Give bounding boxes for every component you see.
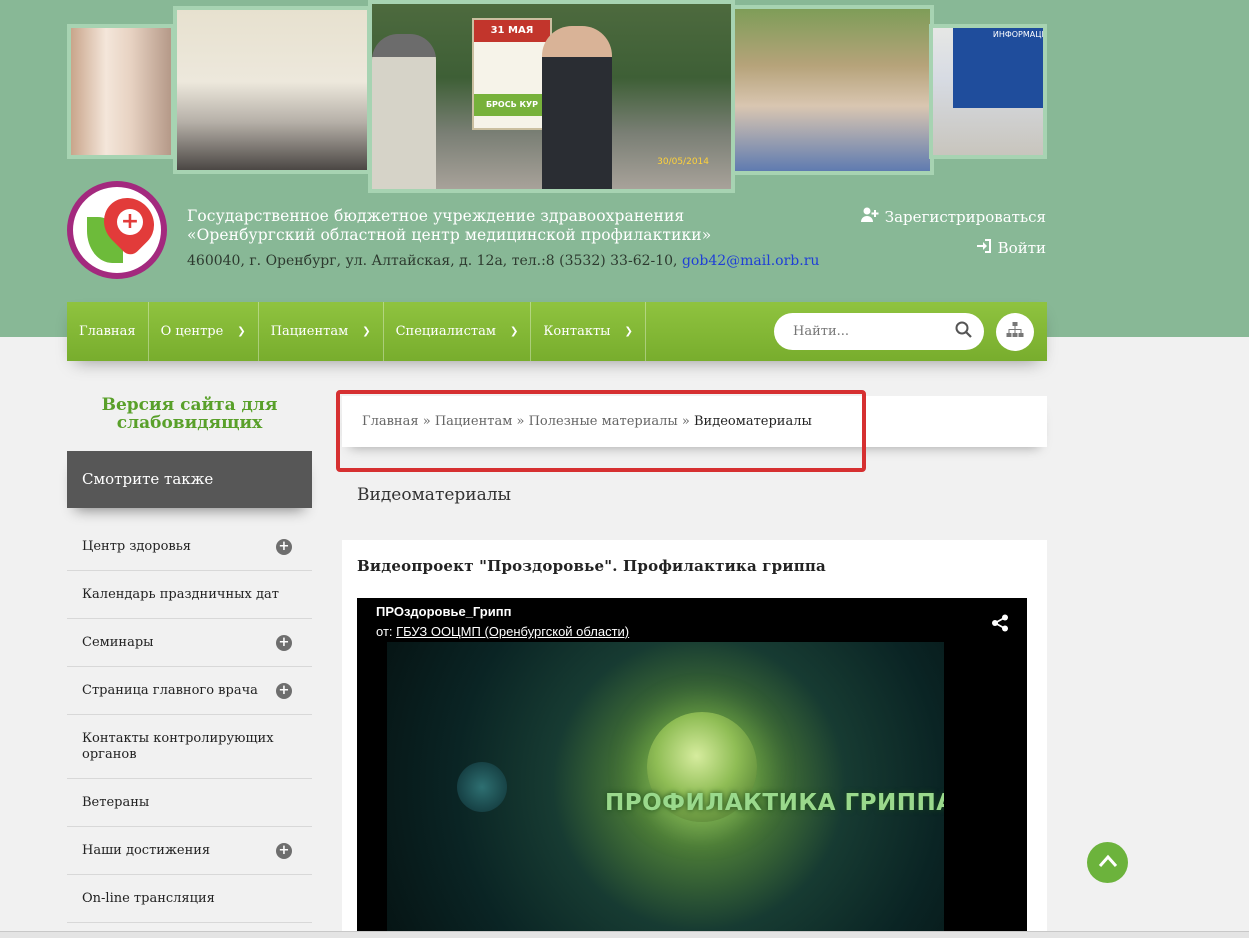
search-input[interactable] <box>793 324 943 339</box>
photo-date-stamp: 30/05/2014 <box>657 157 709 167</box>
chevron-down-icon: ❯ <box>362 326 371 337</box>
video-channel-link[interactable]: ГБУЗ ООЦМП (Оренбургской области) <box>396 624 629 639</box>
video-thumbnail[interactable]: ПРОФИЛАКТИКА ГРИППА <box>387 642 944 938</box>
sidebar-item-achievements[interactable]: Наши достижения + <box>67 827 312 875</box>
breadcrumb-patients[interactable]: Пациентам <box>435 414 513 429</box>
sidebar-item-holiday-calendar[interactable]: Календарь праздничных дат <box>67 571 312 619</box>
window-horizontal-scrollbar[interactable] <box>0 931 1249 938</box>
plus-circle-icon[interactable]: + <box>276 634 292 651</box>
scroll-to-top-button[interactable] <box>1087 842 1128 883</box>
nav-item-specialists[interactable]: Специалистам ❯ <box>384 302 532 361</box>
see-also-header: Смотрите также <box>67 451 312 508</box>
chevron-down-icon: ❯ <box>509 326 519 337</box>
video-heading: Видеопроект "Проздоровье". Профилактика … <box>357 557 826 575</box>
sidebar-item-veterans[interactable]: Ветераны <box>67 779 312 827</box>
arrow-up-icon <box>1098 853 1118 872</box>
header-photo-children <box>731 5 934 175</box>
breadcrumb-useful-materials[interactable]: Полезные материалы <box>529 414 678 429</box>
site-logo[interactable]: + <box>67 181 167 279</box>
sidebar-item-chief-doctor[interactable]: Страница главного врача + <box>67 667 312 715</box>
breadcrumb: Главная » Пациентам » Полезные материалы… <box>362 414 812 429</box>
chevron-down-icon: ❯ <box>624 326 633 337</box>
login-link[interactable]: Войти <box>861 238 1046 258</box>
header-photo-event: 31 МАЯ БРОСЬ КУР 30/05/2014 <box>368 0 735 193</box>
email-link[interactable]: gob42@mail.orb.ru <box>682 253 819 269</box>
photo-sign-date: 31 МАЯ <box>474 20 550 42</box>
photo-board-title: ИНФОРМАЦИЯ <box>992 30 1047 39</box>
main-navigation: Главная О центре ❯ Пациентам ❯ Специалиста… <box>67 302 1047 361</box>
chevron-down-icon: ❯ <box>237 326 246 337</box>
sidebar-item-control-contacts[interactable]: Контакты контролирующих органов <box>67 715 312 779</box>
header-photo-clinic <box>67 24 175 159</box>
sidebar-item-health-center[interactable]: Центр здоровья + <box>67 523 312 571</box>
photo-sign-slogan: БРОСЬ КУР <box>474 94 550 116</box>
video-overlay-text: ПРОФИЛАКТИКА ГРИППА <box>605 790 944 816</box>
sidebar-menu: Центр здоровья + Календарь праздничных да… <box>67 523 312 923</box>
share-icon[interactable] <box>991 614 1009 636</box>
search-icon[interactable] <box>955 321 972 342</box>
nav-item-patients[interactable]: Пациентам ❯ <box>259 302 384 361</box>
video-name: ПРОздоровье_Грипп <box>376 604 512 619</box>
plus-circle-icon[interactable]: + <box>276 842 292 859</box>
organization-name: Государственное бюджетное учреждение здр… <box>187 207 712 244</box>
auth-links: Зарегистрироваться Войти <box>860 207 1046 269</box>
nav-item-contacts[interactable]: Контакты ❯ <box>531 302 646 361</box>
header-photo-doctor <box>173 6 371 174</box>
plus-circle-icon[interactable]: + <box>276 682 292 699</box>
low-vision-version-link[interactable]: Версия сайта для слабовидящих <box>67 396 312 432</box>
login-icon <box>976 238 992 258</box>
user-plus-icon <box>860 207 879 227</box>
video-player[interactable]: ПРОФИЛАКТИКА ГРИППА ПРОздоровье_Грипп от… <box>357 598 1027 938</box>
search-box <box>774 313 984 350</box>
sidebar-item-seminars[interactable]: Семинары + <box>67 619 312 667</box>
organization-address: 460040, г. Оренбург, ул. Алтайская, д. 1… <box>187 253 820 269</box>
nav-item-home[interactable]: Главная <box>67 302 149 361</box>
register-link[interactable]: Зарегистрироваться <box>860 207 1046 227</box>
nav-item-about[interactable]: О центре ❯ <box>149 302 259 361</box>
sidebar-item-online-broadcast[interactable]: On-line трансляция <box>67 875 312 923</box>
page-title: Видеоматериалы <box>357 485 512 505</box>
header-photo-info-board: ИНФОРМАЦИЯ <box>929 24 1047 159</box>
video-author: от: ГБУЗ ООЦМП (Оренбургской области) <box>376 624 630 639</box>
sitemap-button[interactable] <box>996 313 1034 351</box>
sitemap-icon <box>1006 322 1024 342</box>
plus-circle-icon[interactable]: + <box>276 538 292 555</box>
breadcrumb-home[interactable]: Главная <box>362 414 419 429</box>
breadcrumb-current: Видеоматериалы <box>693 414 812 429</box>
